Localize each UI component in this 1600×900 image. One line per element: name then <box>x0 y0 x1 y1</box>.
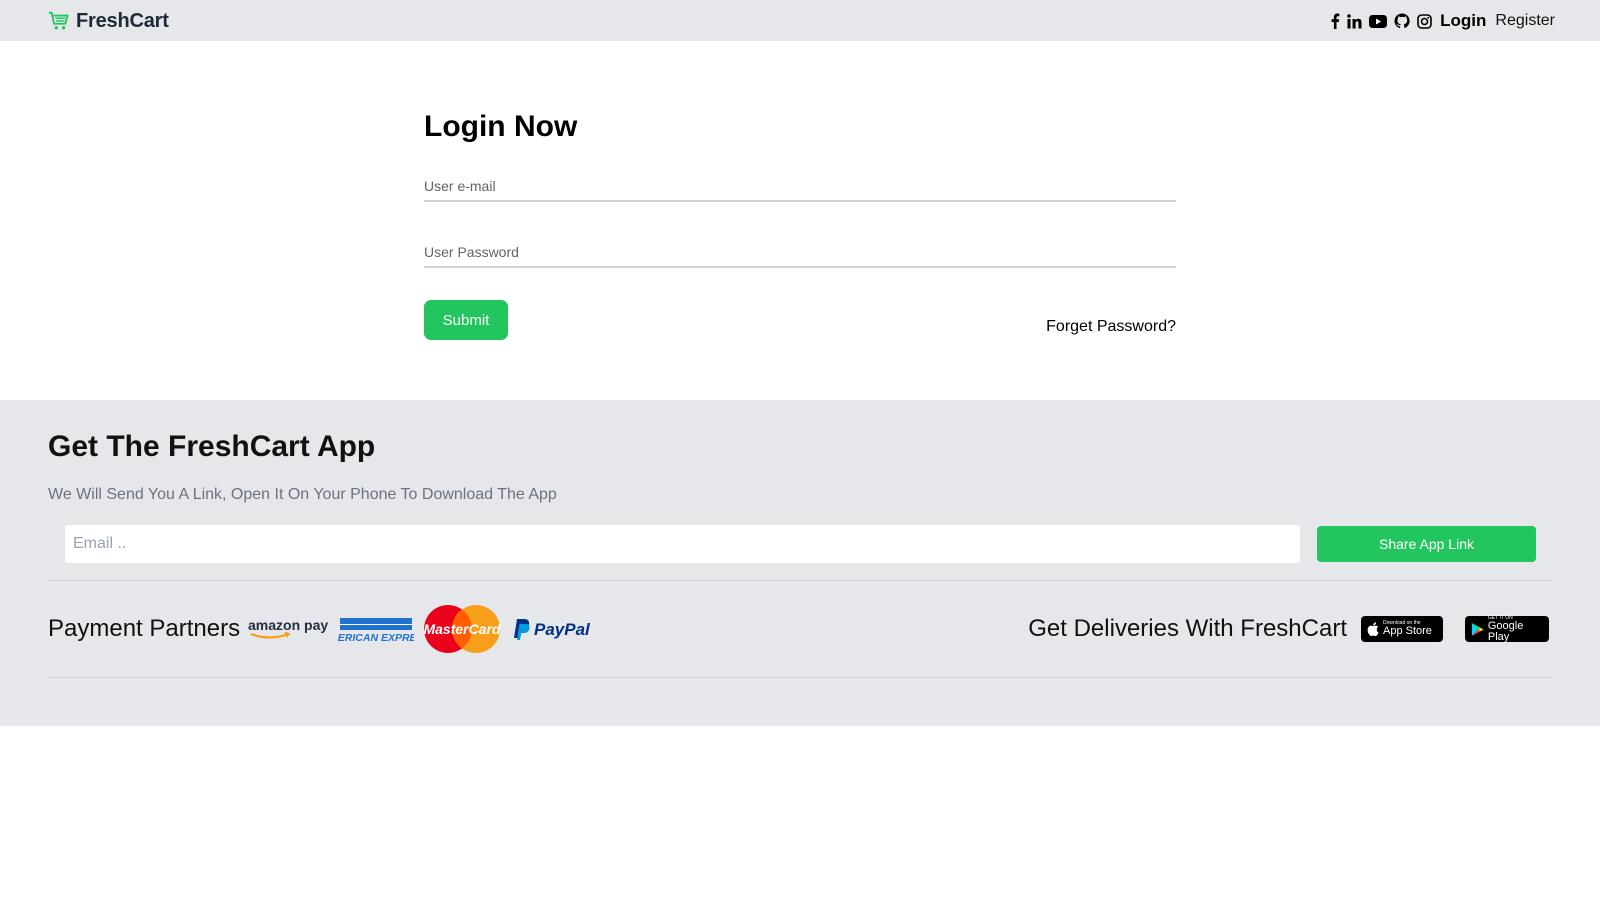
footer-subtitle: We Will Send You A Link, Open It On Your… <box>48 486 557 503</box>
email-field-wrapper <box>424 172 1176 202</box>
google-play-text: GET IT ON Google Play <box>1487 615 1543 643</box>
instagram-icon[interactable] <box>1417 13 1432 29</box>
paypal-text: PayPal <box>534 620 591 639</box>
google-play-big: Google Play <box>1487 619 1524 643</box>
facebook-icon[interactable] <box>1330 13 1340 29</box>
divider <box>48 677 1552 678</box>
password-field[interactable] <box>424 238 1176 266</box>
github-icon[interactable] <box>1394 13 1410 29</box>
app-store-badge[interactable]: Download on the App Store <box>1361 616 1443 642</box>
navbar: FreshCart Login Register <box>0 0 1600 41</box>
google-play-badge[interactable]: GET IT ON Google Play <box>1465 615 1549 643</box>
nav-login-link[interactable]: Login <box>1440 11 1486 31</box>
payment-partners: Payment Partners amazon pay AMERICAN EXP… <box>48 604 600 654</box>
amazon-pay-text: amazon pay <box>248 617 328 633</box>
app-store-text: Download on the App Store <box>1383 621 1432 637</box>
mastercard-logo: MasterCard <box>424 605 501 653</box>
login-title: Login Now <box>424 110 578 143</box>
forget-password-link[interactable]: Forget Password? <box>1046 318 1176 336</box>
social-links <box>1330 13 1432 29</box>
divider <box>48 580 1552 581</box>
deliveries-label: Get Deliveries With FreshCart <box>1028 615 1347 642</box>
submit-button[interactable]: Submit <box>424 300 508 340</box>
american-express-logo: AMERICAN EXPRESS <box>338 618 414 642</box>
deliveries: Get Deliveries With FreshCart Download o… <box>1028 604 1549 654</box>
google-play-icon <box>1471 622 1484 636</box>
paypal-logo: PayPal <box>514 619 591 640</box>
footer: Get The FreshCart App We Will Send You A… <box>0 400 1600 726</box>
youtube-icon[interactable] <box>1369 14 1388 28</box>
brand-logo[interactable]: FreshCart <box>48 9 169 33</box>
share-app-link-button[interactable]: Share App Link <box>1317 526 1536 562</box>
email-field[interactable] <box>424 172 1176 200</box>
nav-right: Login Register <box>1330 9 1555 33</box>
brand-name: FreshCart <box>76 9 169 32</box>
payment-partners-label: Payment Partners <box>48 615 241 642</box>
footer-title: Get The FreshCart App <box>48 430 376 463</box>
login-form: Login Now Submit Forget Password? <box>424 108 1176 340</box>
shopping-cart-icon <box>49 11 69 30</box>
share-email-input[interactable] <box>64 524 1301 564</box>
amazon-pay-logo: amazon pay <box>248 617 328 639</box>
app-store-big: App Store <box>1383 625 1432 637</box>
amex-text: AMERICAN EXPRESS <box>338 632 414 642</box>
apple-icon <box>1367 622 1379 636</box>
mastercard-text: MasterCard <box>424 621 501 637</box>
linkedin-icon[interactable] <box>1347 13 1362 29</box>
nav-register-link[interactable]: Register <box>1495 12 1555 30</box>
password-field-wrapper <box>424 238 1176 268</box>
